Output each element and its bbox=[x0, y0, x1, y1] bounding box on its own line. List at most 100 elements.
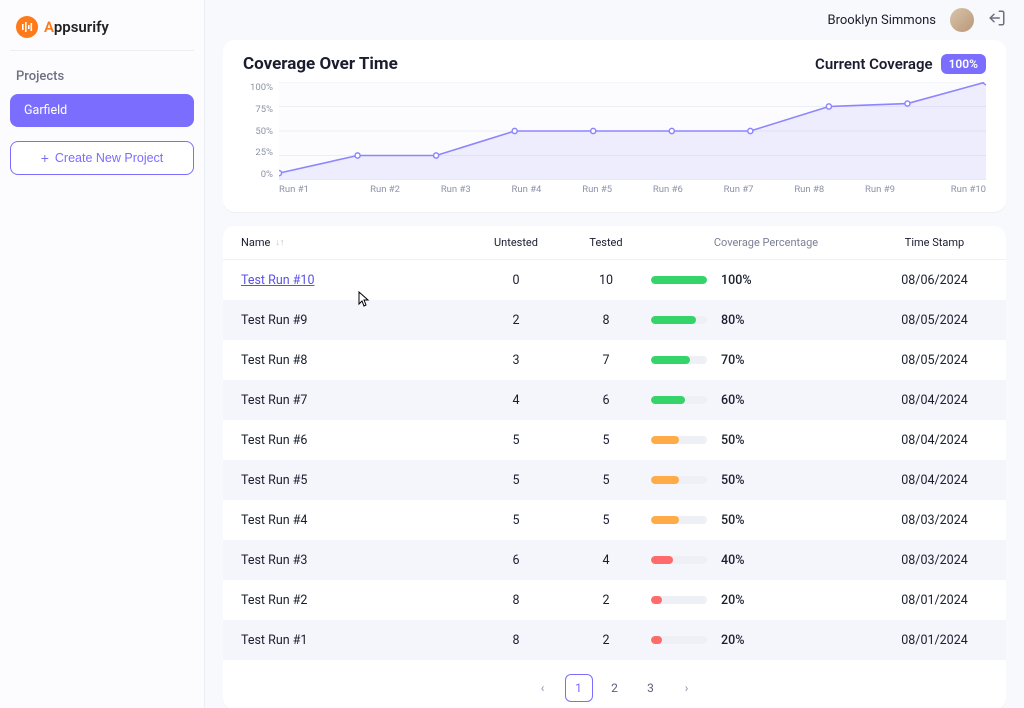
row-tested: 10 bbox=[561, 273, 651, 288]
row-name: Test Run #3 bbox=[241, 553, 471, 568]
coverage-text: 20% bbox=[721, 593, 744, 608]
sidebar: Appsurify Projects Garfield + Create New… bbox=[0, 0, 205, 708]
chart-area: 100%75%50%25%0% Run #1Run #2Run #3Run #4… bbox=[243, 82, 986, 202]
logo[interactable]: Appsurify bbox=[10, 14, 194, 51]
chart-ytick: 0% bbox=[243, 169, 273, 180]
col-header-timestamp[interactable]: Time Stamp bbox=[881, 236, 988, 249]
row-tested: 6 bbox=[561, 393, 651, 408]
row-coverage: 40% bbox=[651, 553, 881, 568]
progress-bar bbox=[651, 276, 707, 284]
progress-bar bbox=[651, 556, 707, 564]
row-name: Test Run #9 bbox=[241, 313, 471, 328]
col-header-name[interactable]: Name ↓↑ bbox=[241, 236, 471, 249]
table-row[interactable]: Test Run #28220%08/01/2024 bbox=[223, 580, 1006, 620]
row-coverage: 20% bbox=[651, 633, 881, 648]
progress-bar-fill bbox=[651, 476, 679, 484]
chart-ytick: 100% bbox=[243, 82, 273, 93]
row-untested: 0 bbox=[471, 273, 561, 288]
pagination-page-2[interactable]: 2 bbox=[601, 674, 629, 702]
progress-bar bbox=[651, 436, 707, 444]
table-row[interactable]: Test Run #83770%08/05/2024 bbox=[223, 340, 1006, 380]
table-row[interactable]: Test Run #36440%08/03/2024 bbox=[223, 540, 1006, 580]
row-timestamp: 08/05/2024 bbox=[881, 353, 988, 368]
plus-icon: + bbox=[41, 151, 49, 165]
coverage-text: 100% bbox=[721, 273, 752, 288]
row-tested: 8 bbox=[561, 313, 651, 328]
row-name: Test Run #7 bbox=[241, 393, 471, 408]
row-untested: 5 bbox=[471, 433, 561, 448]
current-coverage-badge: 100% bbox=[941, 54, 986, 74]
pagination-prev[interactable]: ‹ bbox=[529, 674, 557, 702]
row-timestamp: 08/04/2024 bbox=[881, 393, 988, 408]
col-header-untested[interactable]: Untested bbox=[471, 236, 561, 249]
progress-bar-fill bbox=[651, 316, 696, 324]
row-coverage: 70% bbox=[651, 353, 881, 368]
coverage-text: 60% bbox=[721, 393, 744, 408]
progress-bar bbox=[651, 316, 707, 324]
progress-bar-fill bbox=[651, 516, 679, 524]
logout-icon[interactable] bbox=[988, 9, 1006, 31]
col-header-tested[interactable]: Tested bbox=[561, 236, 651, 249]
row-tested: 4 bbox=[561, 553, 651, 568]
row-coverage: 60% bbox=[651, 393, 881, 408]
row-untested: 5 bbox=[471, 513, 561, 528]
row-untested: 3 bbox=[471, 353, 561, 368]
progress-bar-fill bbox=[651, 356, 690, 364]
chart-title: Coverage Over Time bbox=[243, 54, 398, 74]
row-untested: 4 bbox=[471, 393, 561, 408]
chart-xtick: Run #9 bbox=[845, 184, 916, 202]
table-row[interactable]: Test Run #18220%08/01/2024 bbox=[223, 620, 1006, 660]
row-coverage: 80% bbox=[651, 313, 881, 328]
coverage-text: 50% bbox=[721, 513, 744, 528]
table-row[interactable]: Test Run #92880%08/05/2024 bbox=[223, 300, 1006, 340]
progress-bar-fill bbox=[651, 556, 673, 564]
avatar[interactable] bbox=[950, 8, 974, 32]
row-coverage: 50% bbox=[651, 513, 881, 528]
row-timestamp: 08/01/2024 bbox=[881, 633, 988, 648]
chart-ytick: 25% bbox=[243, 147, 273, 158]
coverage-text: 50% bbox=[721, 433, 744, 448]
chart-xtick: Run #2 bbox=[350, 184, 421, 202]
progress-bar bbox=[651, 636, 707, 644]
row-name: Test Run #6 bbox=[241, 433, 471, 448]
chart-xtick: Run #3 bbox=[420, 184, 491, 202]
row-name: Test Run #5 bbox=[241, 473, 471, 488]
row-coverage: 50% bbox=[651, 473, 881, 488]
col-header-name-text: Name bbox=[241, 236, 270, 249]
row-name[interactable]: Test Run #10 bbox=[241, 273, 471, 288]
row-untested: 5 bbox=[471, 473, 561, 488]
col-header-coverage[interactable]: Coverage Percentage bbox=[651, 236, 881, 249]
username[interactable]: Brooklyn Simmons bbox=[828, 13, 937, 28]
row-timestamp: 08/01/2024 bbox=[881, 593, 988, 608]
table-row[interactable]: Test Run #10010 100% 08/06/2024 bbox=[223, 260, 1006, 300]
row-name: Test Run #8 bbox=[241, 353, 471, 368]
table-row[interactable]: Test Run #55550%08/04/2024 bbox=[223, 460, 1006, 500]
row-name: Test Run #1 bbox=[241, 633, 471, 648]
table-row[interactable]: Test Run #45550%08/03/2024 bbox=[223, 500, 1006, 540]
row-name: Test Run #4 bbox=[241, 513, 471, 528]
row-timestamp: 08/06/2024 bbox=[881, 273, 988, 288]
current-coverage-label: Current Coverage bbox=[815, 55, 933, 73]
logo-icon bbox=[16, 16, 38, 38]
chart-xtick: Run #8 bbox=[774, 184, 845, 202]
table-card: Name ↓↑ Untested Tested Coverage Percent… bbox=[223, 226, 1006, 708]
pagination-next[interactable]: › bbox=[673, 674, 701, 702]
table-row[interactable]: Test Run #746 60% 08/04/2024 bbox=[223, 380, 1006, 420]
row-tested: 2 bbox=[561, 633, 651, 648]
progress-bar bbox=[651, 516, 707, 524]
row-coverage: 20% bbox=[651, 593, 881, 608]
sort-icon: ↓↑ bbox=[275, 237, 284, 248]
sidebar-project-garfield[interactable]: Garfield bbox=[10, 94, 194, 127]
chart-xtick: Run #6 bbox=[633, 184, 704, 202]
table-row[interactable]: Test Run #65550%08/04/2024 bbox=[223, 420, 1006, 460]
progress-bar-fill bbox=[651, 396, 685, 404]
chart-xtick: Run #4 bbox=[491, 184, 562, 202]
create-project-button[interactable]: + Create New Project bbox=[10, 141, 194, 175]
sidebar-section-label: Projects bbox=[10, 65, 194, 94]
coverage-text: 80% bbox=[721, 313, 744, 328]
pagination-page-1[interactable]: 1 bbox=[565, 674, 593, 702]
pagination-page-3[interactable]: 3 bbox=[637, 674, 665, 702]
row-untested: 8 bbox=[471, 593, 561, 608]
chart-xtick: Run #7 bbox=[703, 184, 774, 202]
pagination: ‹ 123 › bbox=[223, 660, 1006, 708]
